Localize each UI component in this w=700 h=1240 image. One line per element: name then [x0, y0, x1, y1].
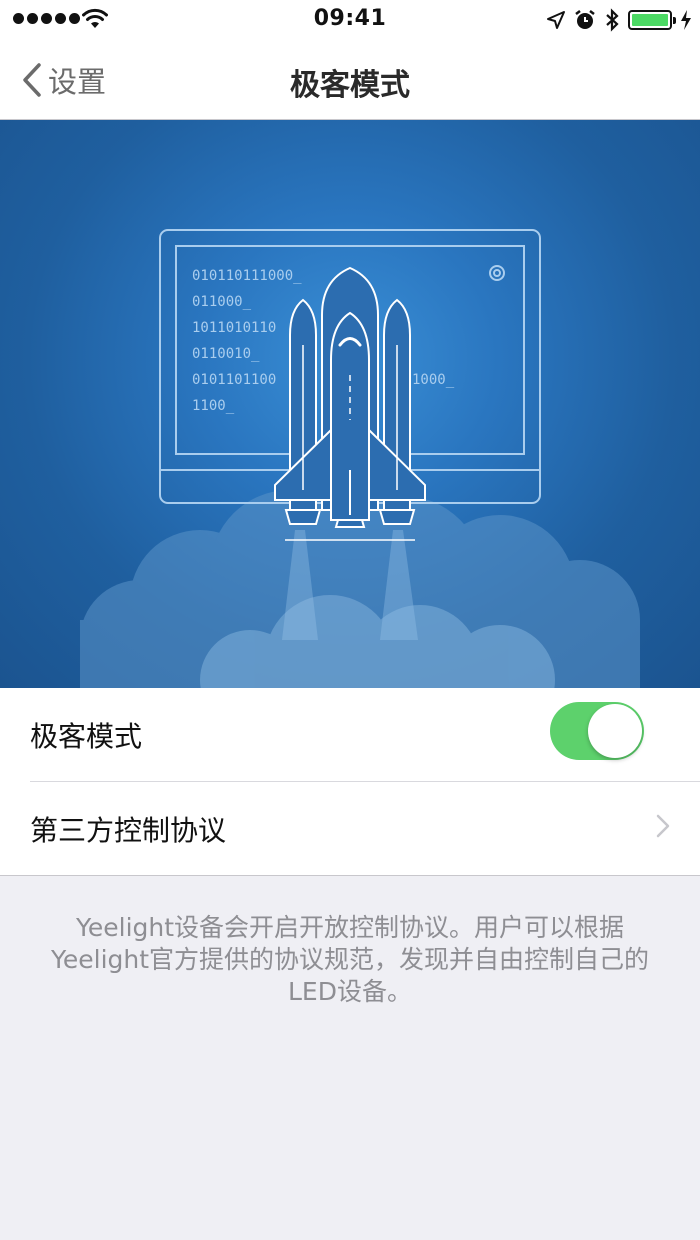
toggle-knob [588, 704, 642, 758]
third-party-protocol-row[interactable]: 第三方控制协议 [0, 782, 700, 875]
geek-mode-label: 极客模式 [30, 719, 143, 753]
bluetooth-icon [606, 8, 619, 32]
code-line-5: 0101101100 [192, 372, 276, 388]
alarm-icon [575, 10, 595, 29]
settings-group: 极客模式 第三方控制协议 [0, 688, 700, 876]
code-line-6: 1000_ [412, 372, 455, 388]
page-title: 极客模式 [290, 68, 410, 103]
third-party-protocol-label: 第三方控制协议 [30, 813, 227, 847]
geek-mode-toggle[interactable] [550, 702, 644, 760]
code-line-7: 1100_ [192, 398, 235, 414]
charging-icon [681, 10, 691, 30]
code-line-1: 010110111000_ [192, 268, 302, 284]
battery-icon [628, 10, 676, 30]
location-icon [547, 11, 565, 29]
code-line-3: 1011010110 [192, 320, 276, 336]
status-bar: 09:41 [0, 0, 700, 40]
geek-mode-row: 极客模式 [0, 688, 700, 781]
code-line-4: 0110010_ [192, 346, 260, 362]
footer-description: Yeelight设备会开启开放控制协议。用户可以根据Yeelight官方提供的协… [50, 913, 650, 1006]
navigation-bar: 设置 极客模式 [0, 40, 700, 120]
code-line-2: 011000_ [192, 294, 252, 310]
chevron-right-icon [656, 814, 670, 838]
hero-illustration: 010110111000_ 011000_ 1011010110 0110010… [0, 120, 700, 688]
